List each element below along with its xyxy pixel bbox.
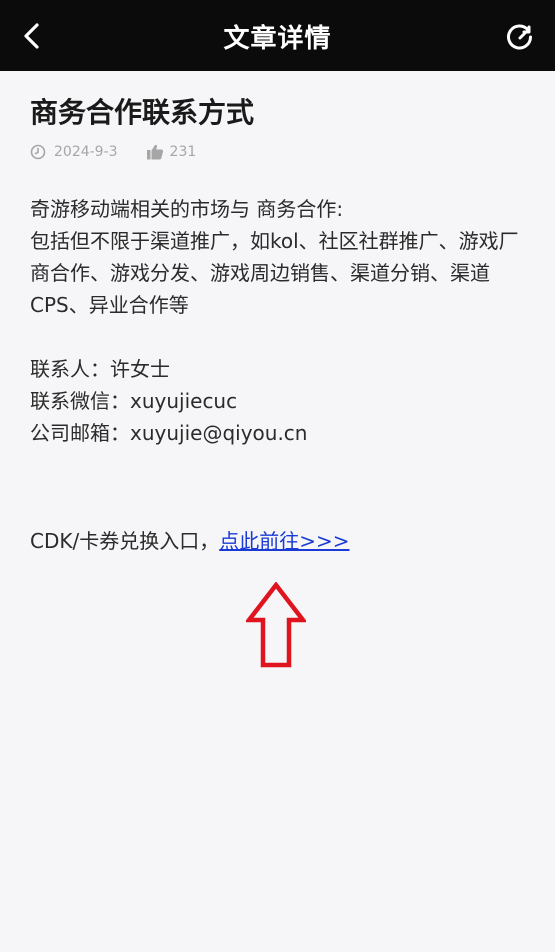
contact-wechat: 联系微信：xuyujiecuc: [30, 389, 238, 413]
top-bar: 文章详情: [0, 0, 555, 71]
contact-person: 联系人：许女士: [30, 357, 170, 381]
screen: 文章详情 商务合作联系方式 2024-9-3 231 奇游移动端相关的市场与 商…: [0, 0, 555, 952]
cdk-link[interactable]: 点此前往>>>: [219, 529, 349, 553]
article-date: 2024-9-3: [54, 144, 118, 160]
cdk-line: CDK/卡券兑换入口，点此前往>>>: [30, 525, 530, 557]
article-body: 奇游移动端相关的市场与 商务合作: 包括但不限于渠道推广，如kol、社区社群推广…: [30, 193, 530, 557]
refresh-icon: [507, 24, 532, 50]
paragraph-scope: 包括但不限于渠道推广，如kol、社区社群推广、游戏厂商合作、游戏分发、游戏周边销…: [30, 229, 519, 317]
page-title: 文章详情: [223, 24, 332, 54]
contact-email: 公司邮箱：xuyujie@qiyou.cn: [30, 421, 308, 445]
paragraph-intro: 奇游移动端相关的市场与 商务合作:: [30, 197, 344, 221]
cdk-label: CDK/卡券兑换入口，: [30, 529, 220, 553]
refresh-button[interactable]: [503, 20, 537, 54]
article-meta: 2024-9-3 231: [30, 141, 530, 163]
like-count: 231: [169, 144, 197, 160]
clock-icon: [30, 144, 46, 160]
thumbs-up-icon[interactable]: [146, 143, 164, 161]
up-arrow-icon: [246, 582, 306, 668]
article-content: 商务合作联系方式 2024-9-3 231 奇游移动端相关的市场与 商务合作: …: [30, 71, 530, 557]
article-title: 商务合作联系方式: [30, 96, 255, 129]
